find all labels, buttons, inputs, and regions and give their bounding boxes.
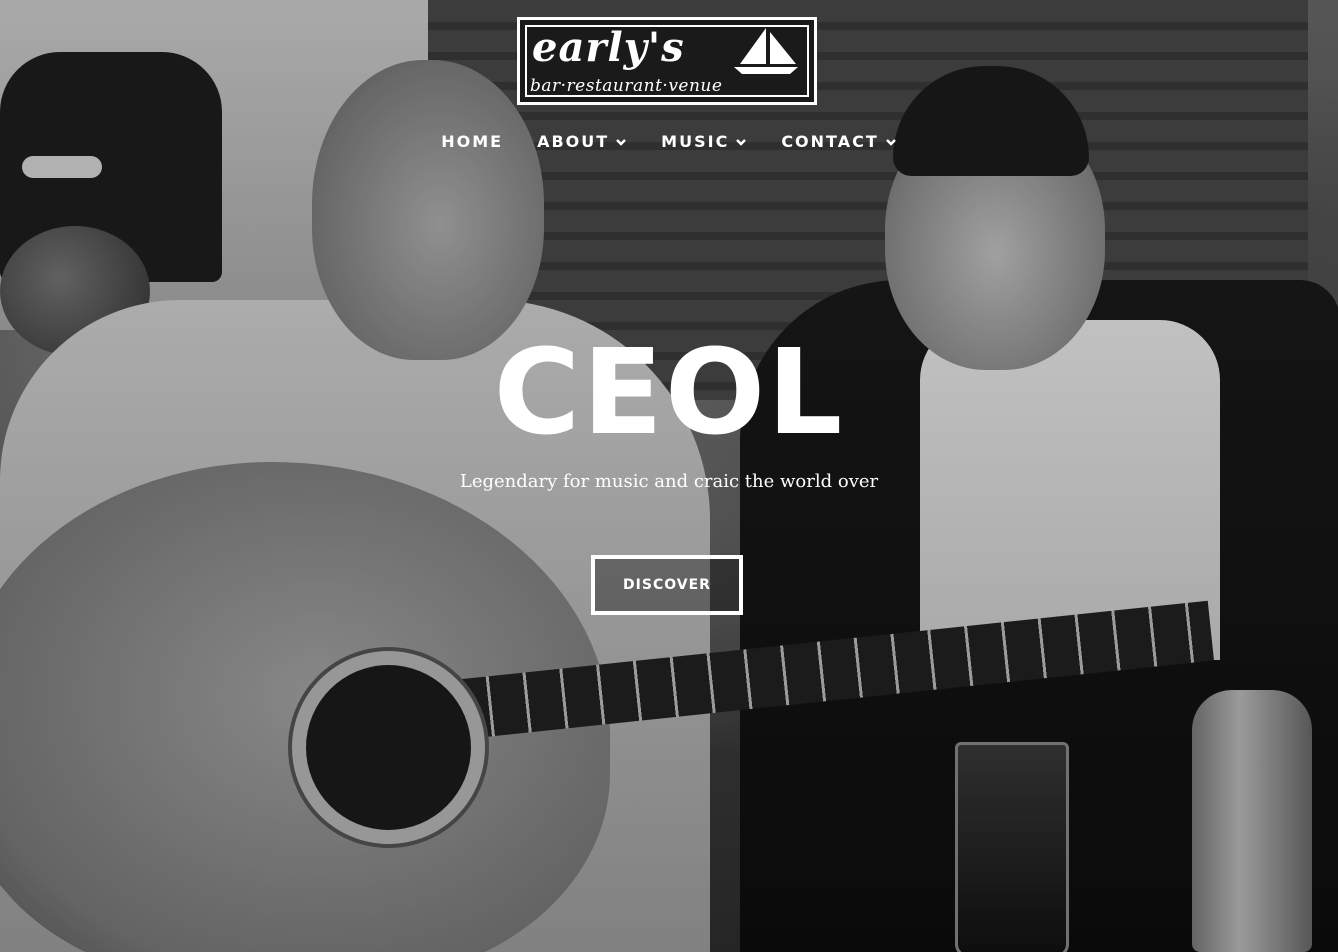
discover-button[interactable]: DISCOVER <box>591 555 743 615</box>
logo-name: early's <box>532 24 685 71</box>
hero-title: CEOL <box>493 323 845 461</box>
chevron-down-icon <box>736 139 747 146</box>
nav-item-home[interactable]: HOME <box>441 130 503 154</box>
nav-item-label: HOME <box>441 132 504 151</box>
hero-subtitle: Legendary for music and craic the world … <box>459 471 879 492</box>
nav-item-contact[interactable]: CONTACT <box>781 130 896 154</box>
nav-item-label: MUSIC <box>661 132 730 151</box>
site-logo[interactable]: early's bar·restaurant·venue <box>517 17 817 105</box>
nav-item-music[interactable]: MUSIC <box>661 130 747 154</box>
chevron-down-icon <box>885 139 896 146</box>
nav-item-label: ABOUT <box>537 132 610 151</box>
logo-tagline: bar·restaurant·venue <box>530 76 723 96</box>
main-nav: HOME ABOUT MUSIC CONTACT <box>0 130 1338 154</box>
sailboat-icon <box>734 28 798 74</box>
chevron-down-icon <box>616 139 627 146</box>
nav-item-label: CONTACT <box>781 132 879 151</box>
hero-section: early's bar·restaurant·venue HOME ABOUT … <box>0 0 1338 952</box>
nav-item-about[interactable]: ABOUT <box>537 130 627 154</box>
